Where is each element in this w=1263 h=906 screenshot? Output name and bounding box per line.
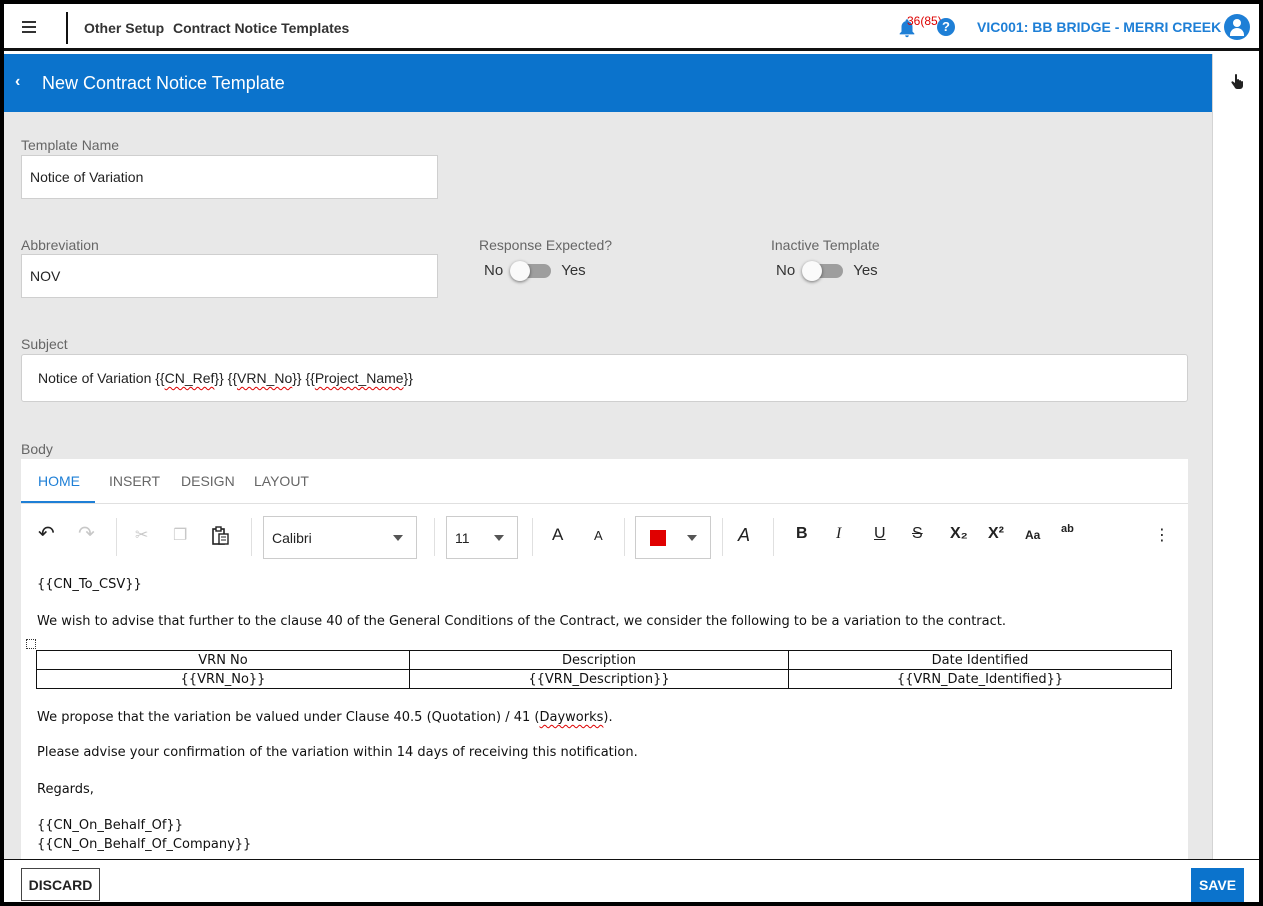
- font-color-picker[interactable]: [635, 516, 711, 559]
- table-header-cell: Date Identified: [788, 650, 1172, 670]
- toggle-on-label: Yes: [561, 262, 586, 279]
- bold-icon[interactable]: B: [796, 525, 808, 543]
- discard-button[interactable]: DISCARD: [21, 868, 100, 901]
- more-options-icon[interactable]: ⋮: [1154, 525, 1170, 545]
- copy-icon[interactable]: ❐: [173, 525, 187, 545]
- grow-font-icon[interactable]: A: [552, 525, 563, 545]
- highlight-icon[interactable]: ab: [1061, 523, 1074, 535]
- tab-insert[interactable]: INSERT: [109, 473, 160, 489]
- italic-icon[interactable]: I: [836, 525, 841, 543]
- body-line: {{CN_To_CSV}}: [37, 577, 142, 592]
- chevron-down-icon: [494, 535, 504, 541]
- inactive-template-label: Inactive Template: [771, 237, 880, 253]
- template-name-label: Template Name: [21, 137, 120, 153]
- subscript-icon[interactable]: X₂: [950, 525, 968, 543]
- abbreviation-label: Abbreviation: [21, 237, 99, 253]
- shrink-font-icon[interactable]: A: [594, 528, 603, 543]
- superscript-icon[interactable]: X²: [988, 525, 1004, 543]
- chevron-down-icon: [687, 535, 697, 541]
- project-selector[interactable]: VIC001: BB BRIDGE - MERRI CREEK: [977, 19, 1221, 35]
- body-line: {{CN_On_Behalf_Of}}: [37, 818, 183, 833]
- table-header-cell: Description: [409, 650, 789, 670]
- variation-table: VRN No Description Date Identified {{VRN…: [36, 650, 1172, 689]
- redo-icon[interactable]: ↷: [78, 521, 95, 546]
- font-size-select[interactable]: 11: [446, 516, 518, 559]
- top-bar: Other Setup Contract Notice Templates 36…: [4, 4, 1259, 51]
- body-editor: HOME INSERT DESIGN LAYOUT ↶ ↷ ✂ ❐ Calibr…: [21, 459, 1188, 860]
- chevron-down-icon: [393, 535, 403, 541]
- toggle-on-label: Yes: [853, 262, 878, 279]
- form-content: Template Name Notice of Variation Abbrev…: [4, 112, 1212, 860]
- body-line: We wish to advise that further to the cl…: [37, 614, 1006, 629]
- font-size-value: 11: [455, 529, 470, 546]
- body-line: {{CN_On_Behalf_Of_Company}}: [37, 837, 252, 852]
- breadcrumb-parent[interactable]: Other Setup: [84, 20, 164, 36]
- paste-icon[interactable]: [212, 526, 229, 545]
- toggle-off-label: No: [776, 262, 796, 279]
- touch-pointer-icon[interactable]: [1230, 74, 1244, 90]
- cut-icon[interactable]: ✂: [135, 525, 148, 545]
- app-window: Other Setup Contract Notice Templates 36…: [4, 4, 1259, 902]
- page-title: New Contract Notice Template: [42, 73, 285, 93]
- subject-label: Subject: [21, 336, 68, 352]
- back-chevron-icon[interactable]: ‹: [15, 73, 20, 91]
- tab-home[interactable]: HOME: [38, 473, 80, 489]
- body-line: We propose that the variation be valued …: [37, 710, 613, 725]
- clear-format-icon[interactable]: A: [738, 525, 750, 546]
- inactive-template-switch[interactable]: [802, 260, 844, 281]
- save-button[interactable]: SAVE: [1191, 868, 1244, 902]
- font-color-swatch: [650, 530, 666, 546]
- table-move-handle-icon[interactable]: [26, 639, 36, 649]
- abbreviation-input[interactable]: NOV: [21, 254, 438, 298]
- ribbon-tabs: HOME INSERT DESIGN LAYOUT: [21, 459, 1188, 504]
- right-rail: [1212, 54, 1259, 860]
- active-tab-indicator: [21, 501, 95, 503]
- response-expected-label: Response Expected?: [479, 237, 613, 253]
- title-bar: ‹ New Contract Notice Template: [4, 54, 1212, 112]
- body-label: Body: [21, 441, 53, 457]
- change-case-icon[interactable]: Aa: [1025, 528, 1040, 542]
- font-family-select[interactable]: Calibri: [263, 516, 417, 559]
- account-icon[interactable]: [1224, 14, 1250, 40]
- response-expected-toggle-row: No Yes: [484, 260, 586, 281]
- subject-input[interactable]: Notice of Variation {{CN_Ref}} {{VRN_No}…: [21, 354, 1188, 402]
- tab-layout[interactable]: LAYOUT: [254, 473, 309, 489]
- table-cell: {{VRN_No}}: [36, 669, 410, 689]
- tab-design[interactable]: DESIGN: [181, 473, 235, 489]
- table-row: VRN No Description Date Identified: [36, 650, 1172, 670]
- body-line: Regards,: [37, 782, 94, 797]
- table-row: {{VRN_No}} {{VRN_Description}} {{VRN_Dat…: [36, 669, 1172, 689]
- undo-icon[interactable]: ↶: [38, 521, 55, 546]
- underline-icon[interactable]: U: [874, 525, 886, 543]
- response-expected-switch[interactable]: [510, 260, 552, 281]
- footer-bar: DISCARD SAVE: [4, 859, 1259, 902]
- table-header-cell: VRN No: [36, 650, 410, 670]
- table-cell: {{VRN_Description}}: [409, 669, 789, 689]
- template-name-input[interactable]: Notice of Variation: [21, 155, 438, 199]
- hamburger-icon[interactable]: [22, 18, 40, 36]
- help-icon[interactable]: ?: [937, 18, 955, 36]
- breadcrumb-current: Contract Notice Templates: [173, 20, 350, 36]
- body-line: Please advise your confirmation of the v…: [37, 745, 638, 760]
- table-cell: {{VRN_Date_Identified}}: [788, 669, 1172, 689]
- font-family-value: Calibri: [272, 529, 312, 546]
- toggle-off-label: No: [484, 262, 504, 279]
- divider: [66, 12, 68, 44]
- formatting-toolbar: ↶ ↷ ✂ ❐ Calibri 11 A A A B I U S X₂ X² A…: [21, 512, 1188, 562]
- inactive-template-toggle-row: No Yes: [776, 260, 878, 281]
- strikethrough-icon[interactable]: S: [912, 525, 923, 543]
